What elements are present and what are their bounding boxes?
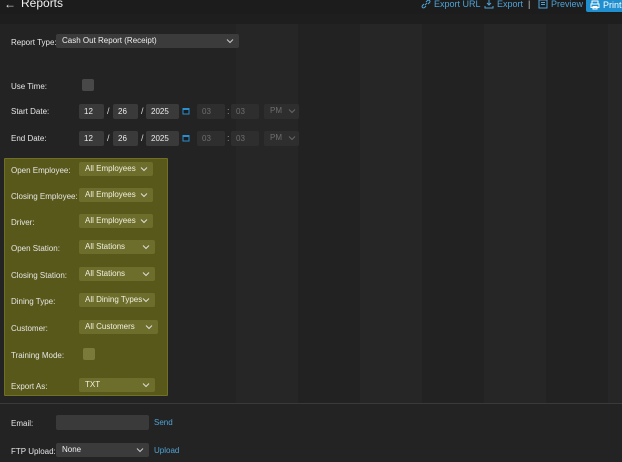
export-button[interactable]: Export [484,0,523,9]
closing-station-label: Closing Station: [11,271,68,280]
preview-icon [538,0,548,9]
date-separator: / [107,133,110,143]
use-time-label: Use Time: [11,82,48,91]
report-type-label: Report Type: [11,38,57,47]
page-title: Reports [21,0,64,10]
chevron-down-icon [145,325,153,330]
export-as-label: Export As: [11,382,48,391]
driver-value: All Employees [85,216,136,225]
driver-select[interactable]: All Employees [79,214,153,228]
open-station-value: All Stations [85,242,126,251]
customer-value: All Customers [85,322,135,331]
use-time-checkbox[interactable] [82,79,94,91]
open-employee-select[interactable]: All Employees [79,162,153,176]
start-year-input[interactable]: 2025 [146,104,179,119]
customer-label: Customer: [11,324,48,333]
print-label: Print [603,0,622,10]
email-input[interactable] [56,415,149,430]
training-mode-label: Training Mode: [11,351,65,360]
time-separator: : [227,106,230,116]
export-url-button[interactable]: Export URL [421,0,481,9]
closing-station-select[interactable]: All Stations [79,267,155,281]
toolbar-separator: | [528,0,531,9]
driver-label: Driver: [11,218,35,227]
training-mode-checkbox[interactable] [83,348,95,360]
ftp-upload-select[interactable]: None [56,443,149,457]
closing-employee-label: Closing Employee: [11,192,78,201]
chevron-down-icon [140,219,148,224]
open-station-select[interactable]: All Stations [79,240,155,254]
calendar-icon[interactable] [182,134,190,142]
link-icon [421,0,431,9]
open-employee-value: All Employees [85,164,136,173]
panel-background [236,24,622,404]
end-month-input[interactable]: 12 [79,131,104,146]
time-separator: : [227,133,230,143]
chevron-down-icon [142,298,150,303]
start-date-label: Start Date: [11,107,50,116]
date-separator: / [141,106,144,116]
chevron-down-icon [136,448,144,453]
end-minute-input[interactable]: 03 [231,131,259,146]
dining-type-select[interactable]: All Dining Types [79,293,155,307]
section-divider [0,403,622,404]
end-year-input[interactable]: 2025 [146,131,179,146]
date-separator: / [107,106,110,116]
send-link[interactable]: Send [154,418,173,427]
dining-type-value: All Dining Types [85,295,143,304]
export-as-select[interactable]: TXT [79,378,155,392]
open-employee-label: Open Employee: [11,166,71,175]
calendar-icon[interactable] [182,107,190,115]
export-url-label: Export URL [434,0,481,9]
report-type-value: Cash Out Report (Receipt) [62,36,157,45]
closing-employee-select[interactable]: All Employees [79,188,153,202]
start-day-input[interactable]: 26 [113,104,138,119]
start-ampm-select[interactable]: PM [264,104,299,119]
print-button[interactable]: Print [586,0,622,12]
chevron-down-icon [142,245,150,250]
start-minute-input[interactable]: 03 [231,104,259,119]
open-station-label: Open Station: [11,244,60,253]
start-ampm-value: PM [270,106,282,115]
ftp-upload-value: None [62,445,82,454]
preview-button[interactable]: Preview [538,0,583,9]
date-separator: / [141,133,144,143]
ftp-upload-label: FTP Upload: [11,447,56,456]
chevron-down-icon [140,167,148,172]
end-hour-input[interactable]: 03 [197,131,225,146]
chevron-down-icon [226,39,234,44]
closing-station-value: All Stations [85,269,126,278]
chevron-down-icon [142,272,150,277]
preview-label: Preview [551,0,584,9]
back-arrow-icon[interactable]: ← [4,0,16,11]
end-ampm-select[interactable]: PM [264,131,299,146]
top-bar: ← Reports Export URL Export | Preview Pr… [0,0,622,14]
end-ampm-value: PM [270,133,282,142]
upload-link[interactable]: Upload [154,446,179,455]
report-type-select[interactable]: Cash Out Report (Receipt) [56,34,239,48]
chevron-down-icon [142,383,150,388]
download-icon [484,0,494,9]
end-day-input[interactable]: 26 [113,131,138,146]
chevron-down-icon [140,193,148,198]
email-label: Email: [11,419,34,428]
start-hour-input[interactable]: 03 [197,104,225,119]
chevron-down-icon [288,136,296,141]
end-date-label: End Date: [11,134,47,143]
printer-icon [590,0,600,9]
start-month-input[interactable]: 12 [79,104,104,119]
export-label: Export [497,0,524,9]
customer-select[interactable]: All Customers [79,320,158,334]
closing-employee-value: All Employees [85,190,136,199]
dining-type-label: Dining Type: [11,297,56,306]
export-as-value: TXT [85,380,101,389]
chevron-down-icon [288,109,296,114]
